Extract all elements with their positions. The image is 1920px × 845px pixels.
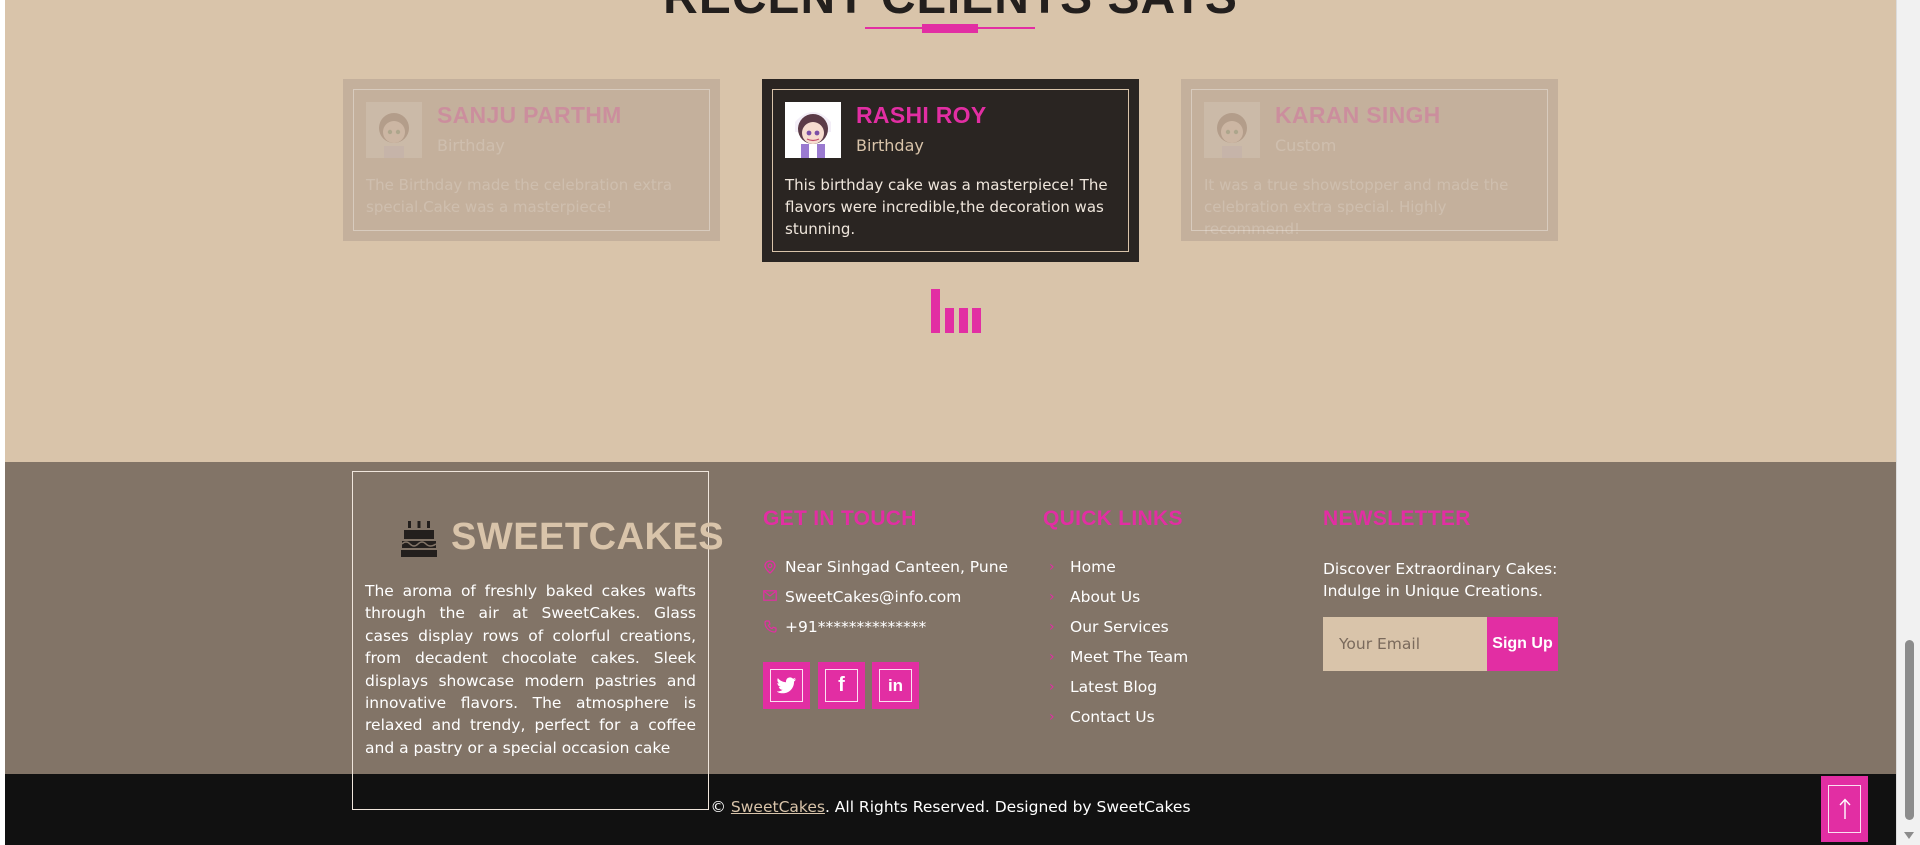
- avatar-image: [785, 102, 841, 158]
- chevron-right-icon: ›: [1049, 679, 1055, 695]
- newsletter-text: Discover Extraordinary Cakes: Indulge in…: [1323, 560, 1558, 601]
- scroll-down-arrow-icon[interactable]: [1904, 832, 1914, 839]
- card-frame: KARAN SINGH Custom It was a true showsto…: [1191, 89, 1548, 238]
- section-title: RECENT CLIENTS SAYS: [5, 0, 1896, 25]
- cake-icon: [401, 520, 437, 557]
- email-text: SweetCakes@info.com: [785, 588, 962, 606]
- scrollbar[interactable]: [1896, 0, 1920, 845]
- testimonial-card[interactable]: KARAN SINGH Custom It was a true showsto…: [1181, 79, 1558, 241]
- quick-link-services[interactable]: › Our Services: [1049, 618, 1169, 636]
- carousel-dot-active[interactable]: [931, 289, 940, 333]
- contact-email[interactable]: SweetCakes@info.com: [763, 588, 961, 606]
- quick-links-title: QUICK LINKS: [1043, 507, 1183, 530]
- testimonial-text: It was a true showstopper and made the c…: [1204, 176, 1509, 238]
- copyright-link[interactable]: SweetCakes: [731, 798, 825, 816]
- quick-link-label: Home: [1070, 558, 1116, 576]
- quick-link-home[interactable]: › Home: [1049, 558, 1116, 576]
- avatar-image: [366, 102, 422, 158]
- copyright-bar: © SweetCakes. All Rights Reserved. Desig…: [5, 774, 1896, 845]
- scrollbar-thumb[interactable]: [1905, 640, 1914, 820]
- quick-link-label: About Us: [1070, 588, 1141, 606]
- client-name: RASHI ROY: [856, 102, 987, 128]
- testimonial-card-active[interactable]: RASHI ROY Birthday This birthday cake wa…: [762, 79, 1139, 262]
- contact-address: Near Sinhgad Canteen, Pune: [763, 558, 1008, 576]
- twitter-icon: [770, 669, 803, 702]
- quick-link-about[interactable]: › About Us: [1049, 588, 1140, 606]
- newsletter-email-input[interactable]: [1323, 617, 1487, 671]
- contact-phone[interactable]: +91**************: [763, 618, 926, 636]
- phone-icon: [763, 620, 777, 634]
- quick-link-blog[interactable]: › Latest Blog: [1049, 678, 1157, 696]
- newsletter-title: NEWSLETTER: [1323, 507, 1471, 530]
- chevron-right-icon: ›: [1049, 619, 1055, 635]
- copyright-text: © SweetCakes. All Rights Reserved. Desig…: [5, 798, 1896, 816]
- card-frame: SANJU PARTHM Birthday The Birthday made …: [353, 89, 710, 231]
- carousel-dot[interactable]: [959, 308, 968, 333]
- footer: SWEETCAKES The aroma of freshly baked ca…: [5, 462, 1896, 810]
- quick-link-team[interactable]: › Meet The Team: [1049, 648, 1188, 666]
- contact-title: GET IN TOUCH: [763, 507, 917, 530]
- copyright-prefix: ©: [710, 798, 731, 816]
- carousel-dots: [931, 289, 981, 333]
- quick-link-label: Latest Blog: [1070, 678, 1158, 696]
- avatar: [1204, 102, 1260, 158]
- card-frame: RASHI ROY Birthday This birthday cake wa…: [772, 89, 1129, 252]
- avatar: [366, 102, 422, 158]
- chevron-right-icon: ›: [1049, 709, 1055, 725]
- carousel-dot[interactable]: [945, 308, 954, 333]
- chevron-right-icon: ›: [1049, 589, 1055, 605]
- footer-brand[interactable]: SWEETCAKES: [401, 516, 724, 559]
- facebook-button[interactable]: f: [818, 662, 865, 709]
- left-edge: [0, 0, 5, 845]
- arrow-up-icon: [1828, 785, 1861, 833]
- testimonial-text: The Birthday made the celebration extra …: [366, 176, 673, 216]
- client-name: SANJU PARTHM: [437, 102, 622, 128]
- avatar: [785, 102, 841, 158]
- quick-link-contact[interactable]: › Contact Us: [1049, 708, 1155, 726]
- back-to-top-button[interactable]: [1821, 776, 1868, 842]
- mail-icon: [763, 590, 777, 604]
- facebook-icon: f: [825, 669, 858, 702]
- address-text: Near Sinhgad Canteen, Pune: [785, 558, 1009, 576]
- testimonial-text: This birthday cake was a masterpiece! Th…: [785, 176, 1108, 238]
- chevron-right-icon: ›: [1049, 559, 1055, 575]
- carousel-dot[interactable]: [972, 308, 981, 333]
- quick-link-label: Meet The Team: [1070, 648, 1189, 666]
- twitter-button[interactable]: [763, 662, 810, 709]
- phone-text: +91**************: [785, 618, 927, 636]
- testimonial-card[interactable]: SANJU PARTHM Birthday The Birthday made …: [343, 79, 720, 241]
- about-box: SWEETCAKES The aroma of freshly baked ca…: [352, 471, 724, 810]
- about-text: The aroma of freshly baked cakes wafts t…: [365, 582, 696, 757]
- page: RECENT CLIENTS SAYS SANJU PARTHM Birth: [0, 0, 1920, 845]
- copyright-suffix: . All Rights Reserved. Designed by Sweet…: [824, 798, 1191, 816]
- chevron-right-icon: ›: [1049, 649, 1055, 665]
- client-occasion: Birthday: [437, 136, 505, 155]
- quick-link-label: Contact Us: [1070, 708, 1155, 726]
- client-name: KARAN SINGH: [1275, 102, 1441, 128]
- client-occasion: Birthday: [856, 136, 924, 155]
- avatar-image: [1204, 102, 1260, 158]
- testimonials-section: RECENT CLIENTS SAYS SANJU PARTHM Birth: [5, 0, 1896, 462]
- quick-link-label: Our Services: [1070, 618, 1169, 636]
- signup-button[interactable]: Sign Up: [1487, 617, 1558, 671]
- map-pin-icon: [763, 560, 777, 574]
- brand-name: SWEETCAKES: [451, 516, 725, 558]
- linkedin-icon: in: [879, 669, 912, 702]
- linkedin-button[interactable]: in: [872, 662, 919, 709]
- title-divider-accent: [922, 24, 978, 33]
- client-occasion: Custom: [1275, 136, 1337, 155]
